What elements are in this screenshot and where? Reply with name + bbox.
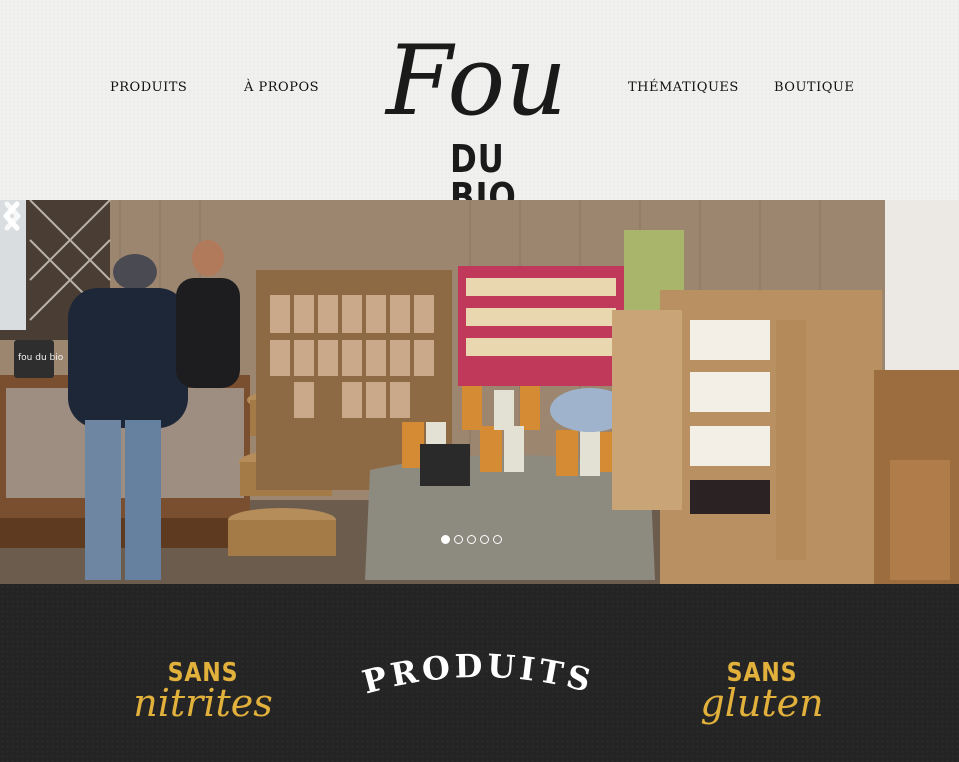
carousel-dot[interactable] xyxy=(454,535,463,544)
hero-carousel: fou du bio xyxy=(0,200,959,584)
carousel-dot[interactable] xyxy=(493,535,502,544)
badge-right-bottom: gluten xyxy=(700,681,824,725)
carousel-dot[interactable] xyxy=(441,535,450,544)
site-header: PRODUITS À PROPOS Fou DU BIO THÉMATIQUES… xyxy=(0,0,959,216)
carousel-next-arrow[interactable] xyxy=(0,200,24,232)
badge-sans-nitrites: SANS nitrites xyxy=(128,660,278,722)
badge-left-bottom: nitrites xyxy=(133,681,273,725)
logo-script-text: Fou xyxy=(384,25,567,132)
site-logo[interactable]: Fou DU BIO xyxy=(384,22,574,216)
badge-left-top: SANS xyxy=(167,658,239,688)
shop-sign: fou du bio xyxy=(18,353,64,363)
features-band: SANS nitrites PRODUITS SANS gluten xyxy=(0,584,959,762)
svg-text:PRODUITS: PRODUITS xyxy=(360,650,598,700)
nav-a-propos[interactable]: À PROPOS xyxy=(244,80,319,95)
center-heading: PRODUITS xyxy=(360,650,598,700)
nav-produits[interactable]: PRODUITS xyxy=(110,80,187,95)
hero-photo: fou du bio xyxy=(0,200,959,584)
center-heading-text: PRODUITS xyxy=(360,650,594,700)
nav-thematiques[interactable]: THÉMATIQUES xyxy=(628,80,739,95)
logo-script: Fou xyxy=(384,25,567,132)
badge-right-top: SANS xyxy=(726,658,798,688)
carousel-dot[interactable] xyxy=(480,535,489,544)
badge-sans-gluten: SANS gluten xyxy=(692,660,832,722)
nav-boutique[interactable]: BOUTIQUE xyxy=(774,80,854,95)
carousel-dot[interactable] xyxy=(467,535,476,544)
carousel-indicators xyxy=(441,535,502,544)
